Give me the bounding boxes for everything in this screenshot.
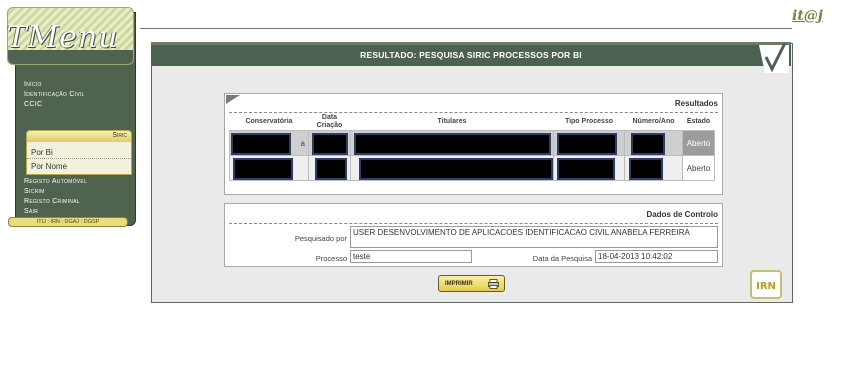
redaction-block [315, 158, 347, 180]
processo-label: Processo [315, 254, 347, 263]
sidebar-item-por-nome[interactable]: Por Nome [31, 162, 67, 171]
processo-field: teste [350, 250, 472, 263]
table-header-row: Conservatória Data Criação Titulares Tip… [229, 114, 715, 131]
redaction-block [631, 133, 665, 155]
irn-logo-text: IRN [756, 281, 776, 292]
sidebar-item-por-bi[interactable]: Por Bi [31, 148, 53, 157]
siric-label: Siric [112, 132, 127, 139]
results-divider [229, 112, 718, 113]
redaction-block [629, 158, 663, 180]
col-titulares: Titulares [350, 114, 554, 131]
col-numero-ano: Número/Ano [624, 114, 683, 131]
cell-numero-ano [624, 130, 683, 156]
corner-tab-icon [226, 95, 240, 104]
cell-titulares [350, 130, 554, 156]
results-title: Resultados [674, 99, 718, 108]
sidebar-item-sair[interactable]: Sair [24, 208, 38, 215]
pesquisado-por-label: Pesquisado por [294, 234, 347, 243]
results-table: Conservatória Data Criação Titulares Tip… [229, 114, 715, 181]
cell-estado: Aberto [682, 130, 715, 156]
data-pesquisa-label: Data da Pesquisa [532, 254, 592, 263]
sidebar-item-ccic[interactable]: CCIC [24, 101, 42, 108]
pesquisado-por-field: USER DESENVOLVIMENTO DE APLICACOES IDENT… [350, 226, 718, 248]
checkmark-icon [759, 42, 789, 73]
tmenu-logo-text: TMenu [6, 20, 119, 55]
cell-tipo-processo [553, 130, 625, 156]
cell-data-criacao [308, 130, 351, 156]
redaction-block [231, 133, 291, 155]
col-estado: Estado [682, 114, 715, 131]
redaction-block [557, 158, 615, 180]
col-conservatoria: Conservatória [229, 114, 309, 131]
cell-data-criacao [308, 155, 351, 181]
title-bar: RESULTADO: PESQUISA SIRIC PROCESSOS POR … [151, 42, 791, 73]
cell-titulares [350, 155, 554, 181]
print-label: IMPRIMIR [445, 281, 473, 287]
sidebar-item-identificacao-civil[interactable]: Identificação Civil [24, 91, 85, 98]
cell-conservatoria-tail: a [300, 138, 305, 148]
irn-logo: IRN [750, 270, 782, 299]
print-button[interactable]: IMPRIMIR [438, 275, 505, 292]
control-title: Dados de Controlo [646, 210, 718, 219]
control-section: Dados de Controlo Pesquisado por USER DE… [224, 203, 723, 267]
itij-link[interactable]: it@j [792, 8, 823, 24]
redaction-block [557, 133, 617, 155]
partners-badge: ITIJ : IRN : DGAJ : DGSP [8, 217, 128, 227]
cell-tipo-processo [553, 155, 625, 181]
redaction-block [233, 158, 293, 180]
siric-header[interactable]: Siric [27, 131, 131, 142]
printer-icon [488, 279, 499, 289]
control-divider [229, 223, 718, 224]
redaction-block [359, 158, 553, 180]
sidebar-item-inicio[interactable]: Início [24, 81, 42, 88]
redaction-block [312, 133, 348, 155]
page-title: RESULTADO: PESQUISA SIRIC PROCESSOS POR … [360, 50, 582, 60]
sidebar-item-sicrim[interactable]: Sicrim [24, 188, 45, 195]
siric-submenu: Siric Por Bi Por Nome [26, 130, 132, 175]
results-section: Resultados Conservatória Data Criação Ti… [224, 93, 723, 195]
data-pesquisa-field: 18-04-2013 10:42:02 [595, 250, 718, 263]
irn-logo-graphic: IRN [756, 281, 776, 292]
table-row[interactable]: a Aberto [229, 130, 715, 156]
col-data-criacao: Data Criação [308, 114, 351, 131]
cell-conservatoria: a [229, 130, 309, 156]
top-divider [140, 28, 792, 29]
redaction-block [354, 133, 551, 155]
cell-estado: Aberto [682, 155, 715, 181]
table-row[interactable]: Aberto [229, 155, 715, 181]
sidebar-item-registo-criminal[interactable]: Registo Criminal [24, 198, 80, 205]
sidebar-item-registo-automovel[interactable]: Registo Automóvel [24, 178, 87, 185]
col-tipo-processo: Tipo Processo [553, 114, 625, 131]
cell-conservatoria [229, 155, 309, 181]
cell-numero-ano [624, 155, 683, 181]
submenu-divider [27, 158, 131, 159]
